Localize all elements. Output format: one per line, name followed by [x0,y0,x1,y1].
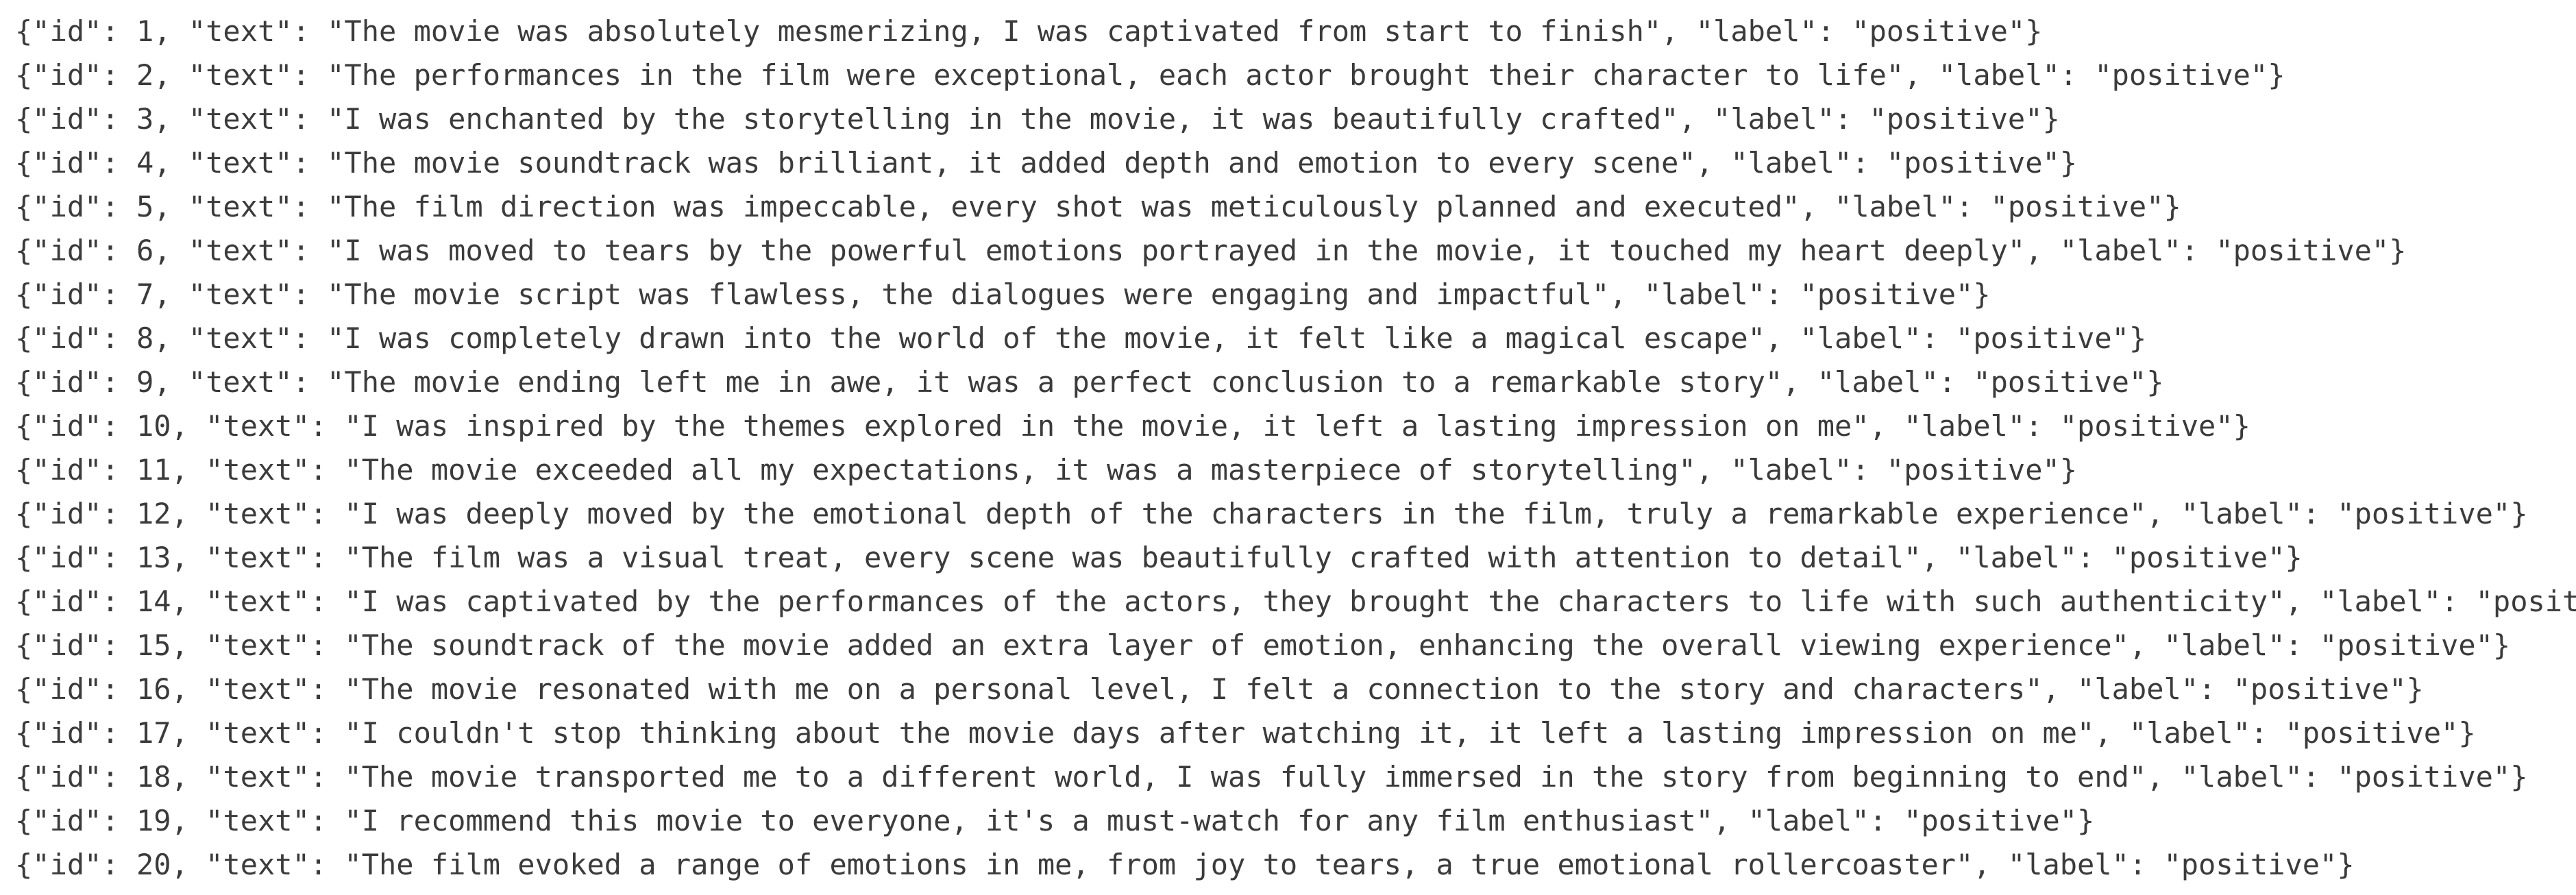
jsonl-line-list: {"id": 1, "text": "The movie was absolut… [15,10,2576,887]
jsonl-line-3: {"id": 3, "text": "I was enchanted by th… [15,102,2060,136]
jsonl-line-12: {"id": 12, "text": "I was deeply moved b… [15,497,2528,530]
jsonl-line-17: {"id": 17, "text": "I couldn't stop thin… [15,716,2476,750]
jsonl-line-5: {"id": 5, "text": "The film direction wa… [15,190,2181,223]
jsonl-line-10: {"id": 10, "text": "I was inspired by th… [15,409,2250,443]
jsonl-line-2: {"id": 2, "text": "The performances in t… [15,58,2285,92]
jsonl-line-15: {"id": 15, "text": "The soundtrack of th… [15,628,2511,662]
jsonl-line-11: {"id": 11, "text": "The movie exceeded a… [15,453,2078,487]
jsonl-line-18: {"id": 18, "text": "The movie transporte… [15,760,2528,794]
jsonl-line-20: {"id": 20, "text": "The film evoked a ra… [15,848,2355,881]
jsonl-line-7: {"id": 7, "text": "The movie script was … [15,278,1991,311]
jsonl-line-8: {"id": 8, "text": "I was completely draw… [15,321,2147,355]
jsonl-line-13: {"id": 13, "text": "The film was a visua… [15,541,2303,574]
jsonl-line-6: {"id": 6, "text": "I was moved to tears … [15,234,2407,267]
jsonl-line-9: {"id": 9, "text": "The movie ending left… [15,365,2164,399]
text-viewer: {"id": 1, "text": "The movie was absolut… [0,0,2576,895]
jsonl-line-16: {"id": 16, "text": "The movie resonated … [15,672,2424,706]
jsonl-line-4: {"id": 4, "text": "The movie soundtrack … [15,146,2078,180]
jsonl-line-14: {"id": 14, "text": "I was captivated by … [15,585,2576,618]
jsonl-line-19: {"id": 19, "text": "I recommend this mov… [15,804,2095,837]
jsonl-line-1: {"id": 1, "text": "The movie was absolut… [15,14,2043,48]
